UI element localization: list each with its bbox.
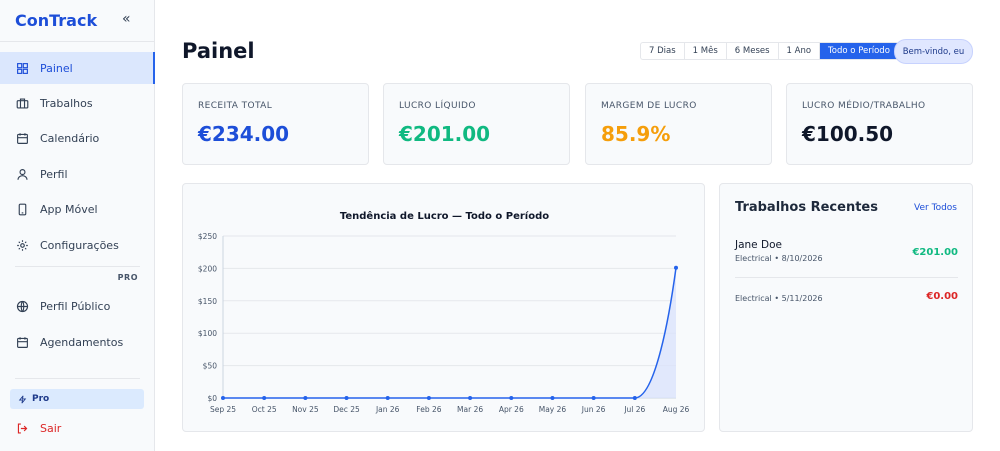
stat-card-net-profit: LUCRO LÍQUIDO €201.00 — [383, 83, 570, 165]
recent-job-item[interactable]: Electrical • 5/11/2026 €0.00 — [735, 291, 958, 303]
job-amount: €201.00 — [912, 247, 958, 258]
brand-logo[interactable]: ConTrack — [15, 11, 97, 30]
stat-card-total-revenue: RECEITA TOTAL €234.00 — [182, 83, 369, 165]
range-6-months[interactable]: 6 Meses — [727, 43, 779, 59]
recent-job-item[interactable]: Jane Doe Electrical • 8/10/2026 €201.00 — [735, 239, 958, 263]
user-icon — [17, 168, 28, 180]
sidebar-item-calendario[interactable]: Calendário — [0, 122, 155, 154]
logout-icon — [17, 422, 28, 434]
divider — [0, 41, 155, 42]
stat-label: LUCRO MÉDIO/TRABALHO — [802, 101, 926, 111]
x-tick-label: May 26 — [539, 405, 567, 414]
x-tick-label: Sep 25 — [210, 405, 236, 414]
x-tick-label: Feb 26 — [416, 405, 441, 414]
x-tick-label: Oct 25 — [252, 405, 277, 414]
profit-data-point — [468, 396, 473, 400]
x-tick-label: Dec 25 — [333, 405, 360, 414]
sidebar-item-configuracoes[interactable]: Configurações — [0, 229, 155, 261]
collapse-sidebar-icon[interactable]: « — [122, 11, 131, 27]
globe-icon — [16, 300, 29, 312]
profit-data-point — [591, 396, 596, 400]
gear-icon — [17, 239, 28, 251]
logout-button[interactable]: Sair — [0, 416, 155, 440]
page-title: Painel — [182, 39, 255, 63]
profit-data-point — [303, 396, 308, 400]
stat-value: €201.00 — [399, 122, 491, 146]
y-tick-label: $150 — [198, 297, 217, 306]
profit-data-point — [509, 396, 514, 400]
sidebar-item-label: Perfil Público — [40, 299, 111, 313]
x-tick-label: Jul 26 — [623, 405, 645, 414]
profit-data-point — [674, 265, 678, 270]
range-all-time[interactable]: Todo o Período — [820, 43, 898, 59]
sidebar-item-label: Trabalhos — [40, 96, 93, 110]
x-tick-label: Nov 25 — [292, 405, 319, 414]
divider — [15, 266, 140, 267]
stat-value: €100.50 — [802, 122, 894, 146]
pro-section-label: PRO — [117, 273, 138, 282]
sidebar-item-painel[interactable]: Painel — [0, 52, 155, 84]
job-meta: Electrical • 5/11/2026 — [735, 294, 823, 303]
profit-data-point — [262, 396, 267, 400]
recent-jobs-title: Trabalhos Recentes — [735, 200, 878, 215]
sidebar-item-agendamentos[interactable]: Agendamentos — [0, 326, 155, 358]
profit-data-point — [550, 396, 555, 400]
y-tick-label: $250 — [198, 232, 217, 241]
sidebar-item-label: Agendamentos — [40, 335, 124, 349]
profit-data-point — [344, 396, 349, 400]
sidebar-item-label: Configurações — [40, 238, 119, 252]
sidebar-item-label: App Móvel — [40, 202, 98, 216]
briefcase-icon — [16, 97, 29, 109]
dashboard-icon — [17, 62, 28, 74]
recent-jobs-card: Trabalhos Recentes Ver Todos Jane Doe El… — [719, 183, 973, 432]
calendar-icon — [17, 132, 28, 144]
y-tick-label: $200 — [198, 264, 217, 273]
smartphone-icon — [18, 203, 27, 215]
stat-value: 85.9% — [601, 122, 671, 146]
divider — [15, 378, 140, 379]
y-tick-label: $50 — [203, 362, 218, 371]
sidebar-item-perfil-publico[interactable]: Perfil Público — [0, 290, 155, 322]
welcome-user-button[interactable]: Bem-vindo, eu — [894, 39, 973, 64]
profit-trend-card: Tendência de Lucro — Todo o Período $0 $5… — [182, 183, 705, 432]
sidebar-item-label: Calendário — [40, 131, 100, 145]
stat-label: MARGEM DE LUCRO — [601, 101, 697, 111]
sidebar-item-label: Perfil — [40, 167, 68, 181]
logout-label: Sair — [40, 421, 62, 435]
range-1-month[interactable]: 1 Mês — [685, 43, 727, 59]
y-tick-label: $100 — [198, 329, 217, 338]
stat-card-avg-profit: LUCRO MÉDIO/TRABALHO €100.50 — [786, 83, 973, 165]
profit-data-point — [632, 396, 637, 400]
pro-badge[interactable]: Pro — [10, 389, 144, 409]
profit-trend-chart: $0 $50 $100 $150 $200 $250 Sep 25 Oct 25 Nov 25 D… — [198, 232, 690, 414]
date-range-selector: 7 Dias 1 Mês 6 Meses 1 Ano Todo o Períod… — [640, 42, 899, 60]
stat-label: LUCRO LÍQUIDO — [399, 101, 476, 111]
pro-badge-label: Pro — [32, 394, 50, 404]
main-content: Painel 7 Dias 1 Mês 6 Meses 1 Ano Todo o… — [155, 0, 1000, 451]
sidebar-item-trabalhos[interactable]: Trabalhos — [0, 87, 155, 119]
sidebar: ConTrack « Painel Trabalhos Calendário P… — [0, 0, 155, 451]
profit-data-point — [385, 396, 390, 400]
y-tick-label: $0 — [207, 394, 217, 403]
x-tick-label: Mar 26 — [457, 405, 483, 414]
stat-label: RECEITA TOTAL — [198, 101, 273, 111]
job-amount: €0.00 — [926, 291, 958, 302]
x-tick-label: Jan 26 — [375, 405, 400, 414]
x-tick-label: Apr 26 — [499, 405, 524, 414]
calendar-icon — [17, 336, 28, 348]
profit-data-point — [221, 396, 225, 400]
range-1-year[interactable]: 1 Ano — [779, 43, 821, 59]
lightning-icon — [18, 395, 27, 403]
sidebar-item-label: Painel — [40, 61, 73, 75]
sidebar-item-perfil[interactable]: Perfil — [0, 158, 155, 190]
x-tick-label: Jun 26 — [581, 405, 606, 414]
view-all-link[interactable]: Ver Todos — [914, 203, 957, 213]
profit-data-point — [426, 396, 431, 400]
stat-card-profit-margin: MARGEM DE LUCRO 85.9% — [585, 83, 772, 165]
divider — [735, 277, 958, 278]
range-7-days[interactable]: 7 Dias — [641, 43, 685, 59]
stat-value: €234.00 — [198, 122, 290, 146]
x-tick-label: Aug 26 — [663, 405, 690, 414]
sidebar-item-app-movel[interactable]: App Móvel — [0, 193, 155, 225]
